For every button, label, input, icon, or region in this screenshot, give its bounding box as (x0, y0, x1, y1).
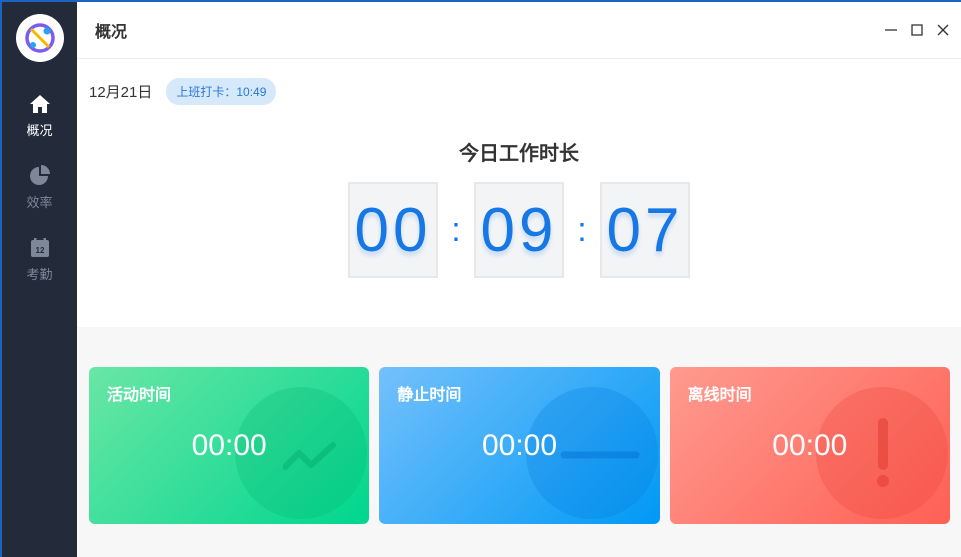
title-bar: 概况 (77, 2, 961, 59)
card-value: 00:00 (481, 429, 558, 462)
sidebar-item-efficiency[interactable]: 效率 (2, 158, 77, 230)
minimize-icon (885, 29, 897, 31)
date-row: 12月21日 上班打卡：10:49 (77, 59, 961, 105)
work-time-title: 今日工作时长 (459, 143, 579, 165)
calendar-icon: 12 (30, 238, 49, 257)
minimize-button[interactable] (881, 20, 901, 40)
close-button[interactable] (933, 20, 953, 40)
sidebar-item-label: 效率 (26, 195, 53, 210)
card-value: 00:00 (191, 429, 267, 462)
timer-minutes: 09 (474, 182, 564, 278)
sidebar-item-label: 考勤 (26, 267, 53, 282)
offline-time-card: 离线时间 00:00 (669, 367, 950, 524)
sidebar-item-label: 概况 (26, 123, 53, 138)
timer-separator: : (577, 210, 587, 249)
svg-text:12: 12 (35, 246, 44, 255)
app-logo (15, 14, 64, 62)
timer-hours: 00 (348, 182, 438, 278)
logo-icon (24, 23, 55, 53)
timer-seconds: 07 (600, 182, 690, 278)
timer-separator: : (451, 210, 461, 249)
app-window: 概况 效率 12 考勤 概况 12月21日 上班打卡：10:49 今日工作时长 … (0, 0, 961, 557)
sidebar-item-overview[interactable]: 概况 (2, 86, 77, 158)
maximize-icon (911, 24, 923, 36)
card-title: 静止时间 (397, 387, 462, 404)
active-time-card: 活动时间 00:00 (89, 367, 370, 524)
card-value: 00:00 (772, 429, 848, 462)
idle-time-card: 静止时间 00:00 (379, 367, 660, 524)
current-date: 12月21日 (89, 83, 153, 101)
window-controls (881, 20, 953, 40)
card-title: 活动时间 (107, 387, 172, 404)
stats-panel: 活动时间 00:00 静止时间 00:00 离线时间 00:00 (77, 327, 961, 557)
sidebar-item-attendance[interactable]: 12 考勤 (2, 230, 77, 302)
main-content: 概况 12月21日 上班打卡：10:49 今日工作时长 00 : 09: 07… (77, 2, 961, 557)
checkin-badge: 上班打卡：10:49 (166, 77, 277, 105)
work-timer: 00 : 09 : 07 (77, 182, 961, 278)
close-icon (937, 24, 949, 36)
sidebar: 概况 效率 12 考勤 (2, 2, 77, 557)
maximize-button[interactable] (907, 20, 927, 40)
page-title: 概况 (95, 24, 128, 41)
card-title: 离线时间 (687, 387, 752, 404)
pie-chart-icon (29, 165, 50, 185)
home-icon (29, 95, 50, 113)
